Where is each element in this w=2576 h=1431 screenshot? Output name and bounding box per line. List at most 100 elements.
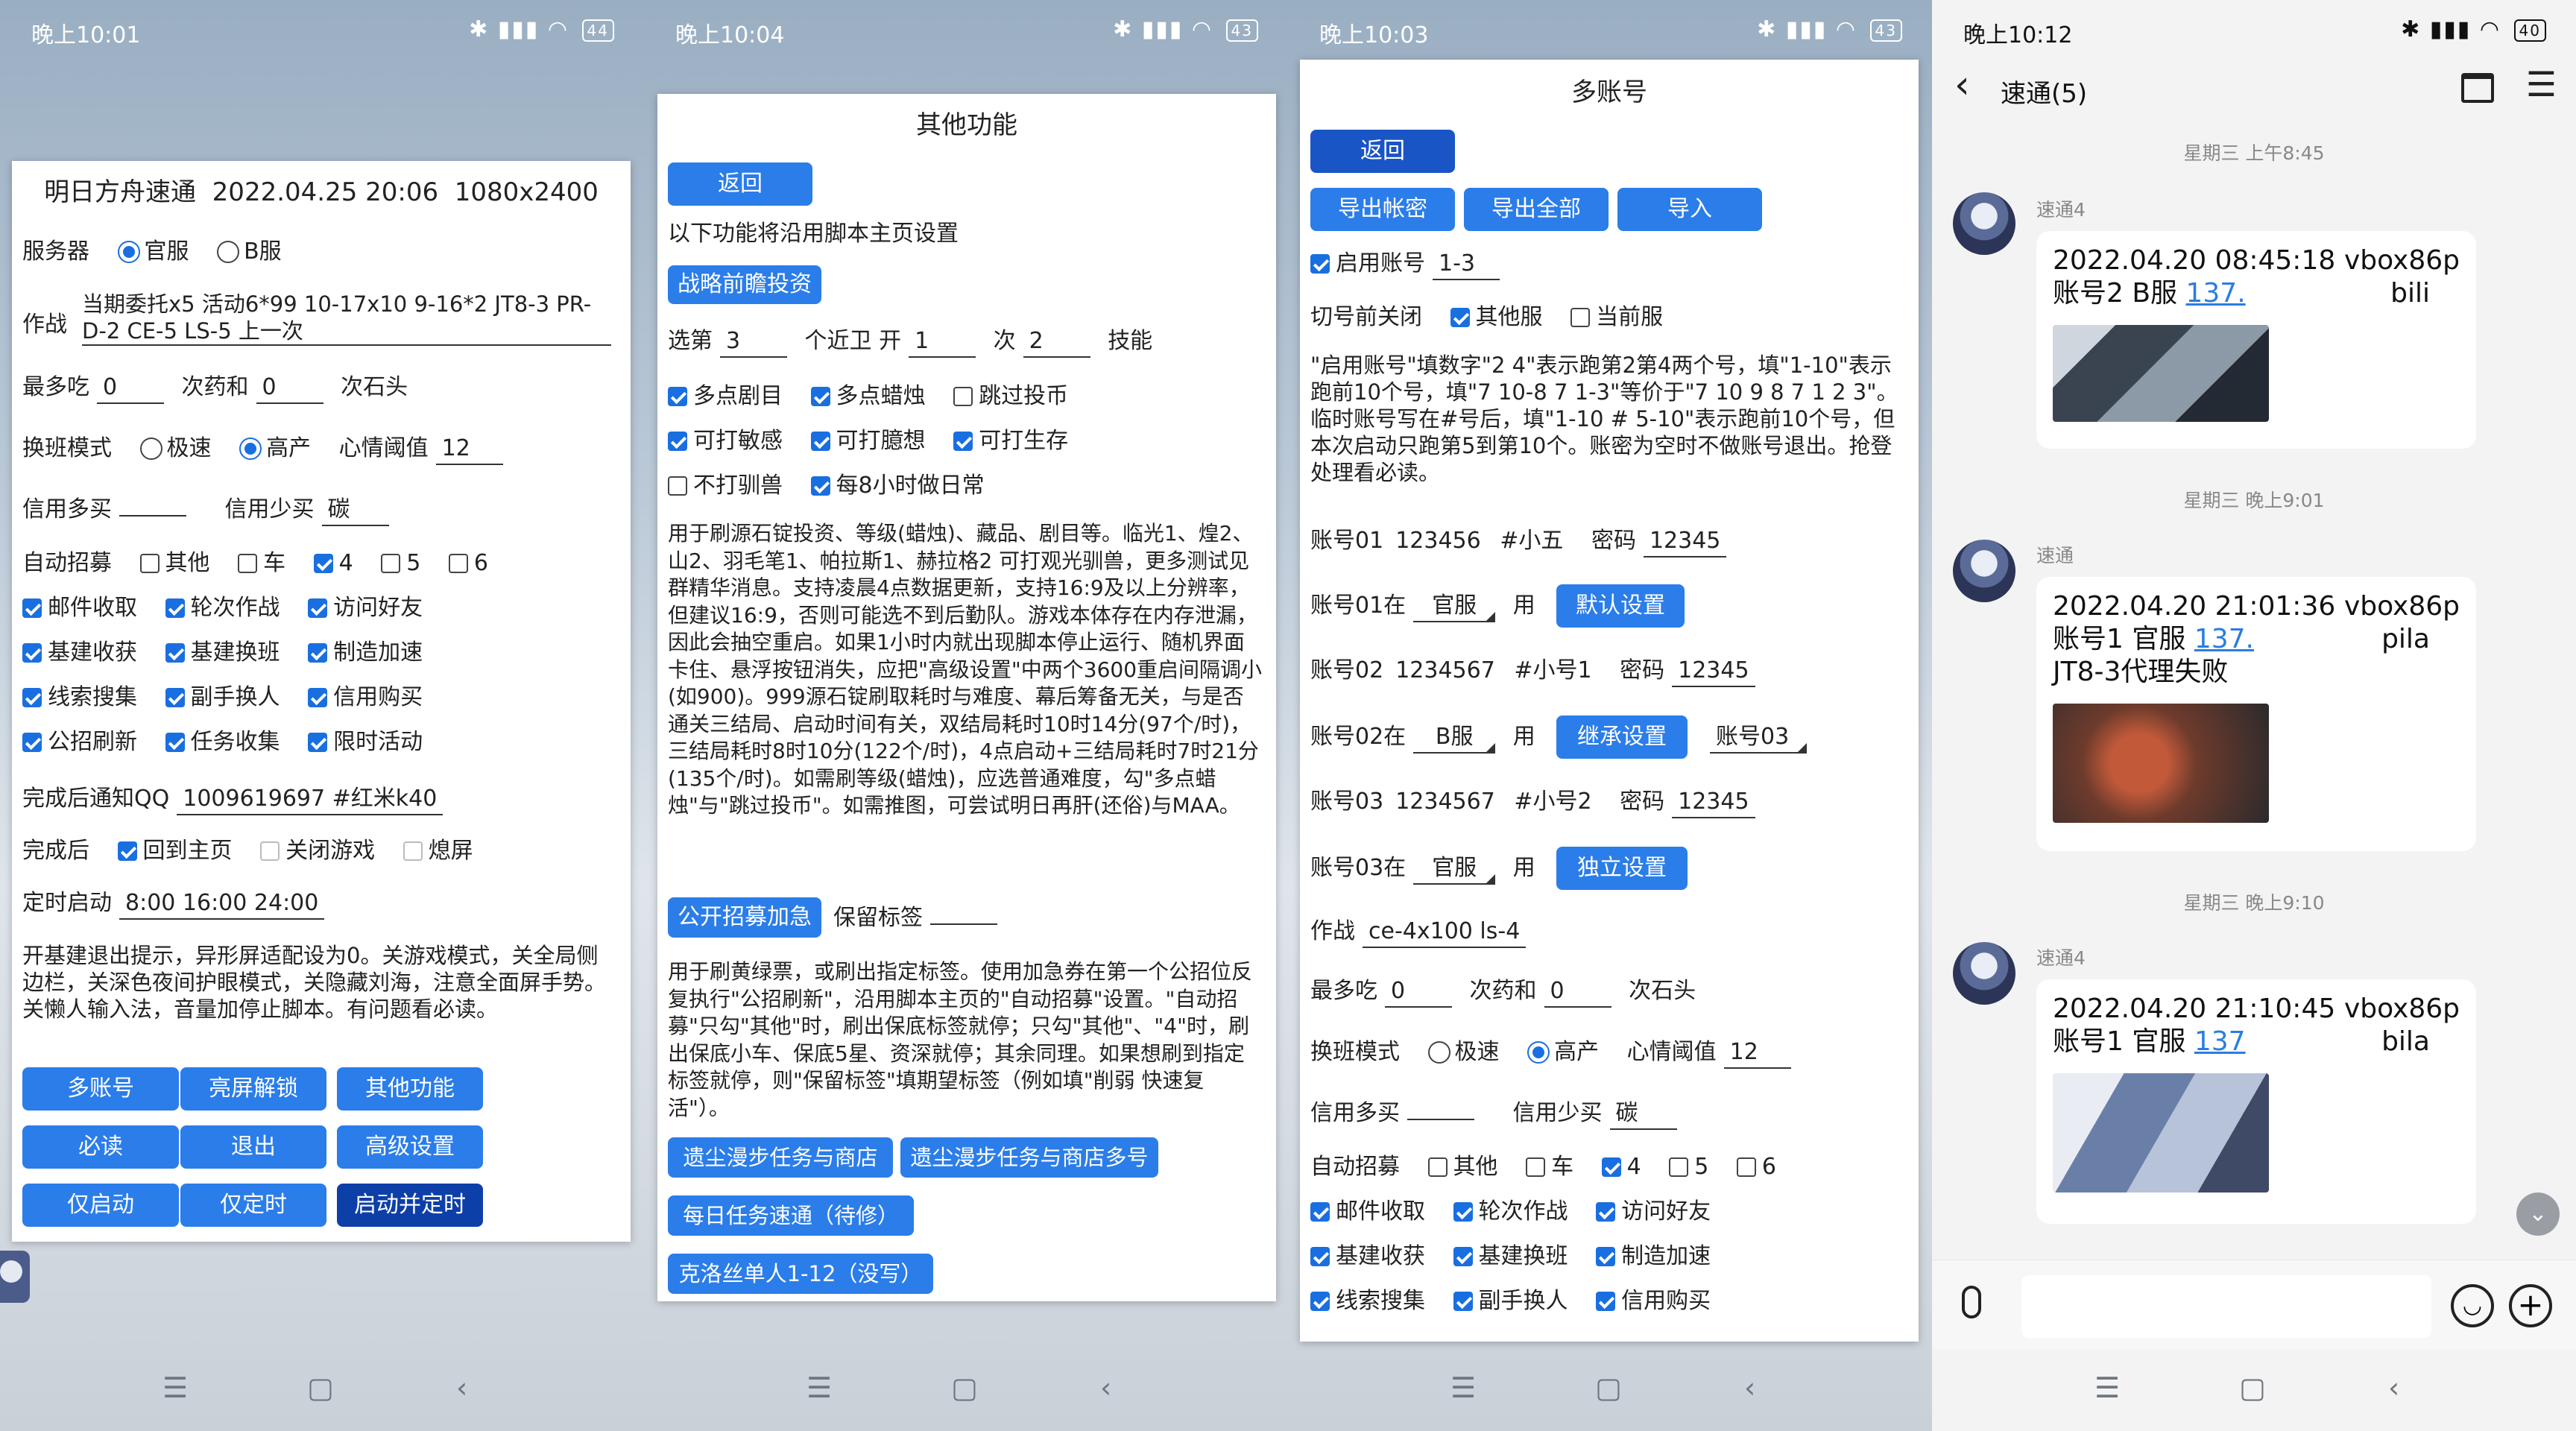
account-id-input[interactable]: 1234567 xyxy=(1389,787,1501,817)
option-checkbox[interactable] xyxy=(668,432,687,451)
scroll-down-icon[interactable]: ⌄ xyxy=(2516,1192,2560,1236)
emoji-icon[interactable]: ◡ xyxy=(2451,1284,2494,1327)
task-checkbox[interactable] xyxy=(1453,1202,1473,1222)
export-password-button[interactable]: 导出帐密 xyxy=(1310,188,1455,231)
task-checkbox[interactable] xyxy=(165,733,185,752)
option-checkbox[interactable] xyxy=(953,432,973,451)
mood-input[interactable]: 12 xyxy=(435,434,503,465)
option-checkbox[interactable] xyxy=(953,387,973,406)
recruit-checkbox-5[interactable] xyxy=(381,554,401,573)
task-checkbox[interactable] xyxy=(165,643,185,663)
open-times-input[interactable]: 1 xyxy=(909,326,976,358)
task-checkbox[interactable] xyxy=(165,688,185,707)
battle-input[interactable]: ce-4x100 ls-4 xyxy=(1363,917,1527,948)
after-checkbox-home[interactable] xyxy=(117,841,137,861)
stone-input[interactable]: 0 xyxy=(256,373,323,404)
option-checkbox[interactable] xyxy=(668,387,687,406)
recruit-checkbox-5[interactable] xyxy=(1669,1157,1689,1177)
task-checkbox[interactable] xyxy=(308,598,328,618)
recruit-checkbox-car[interactable] xyxy=(238,554,258,573)
task-checkbox[interactable] xyxy=(1596,1292,1616,1311)
menu-icon[interactable]: ☰ xyxy=(806,1371,832,1404)
server-dropdown[interactable]: 官服 xyxy=(1413,591,1496,622)
back-arrow-icon[interactable]: ‹ xyxy=(1954,63,1970,107)
task-checkbox[interactable] xyxy=(308,688,328,707)
import-button[interactable]: 导入 xyxy=(1617,188,1762,231)
timer-input[interactable]: 8:00 16:00 24:00 xyxy=(119,888,325,920)
back-icon[interactable]: ‹ xyxy=(2388,1371,2399,1404)
must-read-button[interactable]: 必读 xyxy=(22,1125,179,1169)
shift-radio-high[interactable] xyxy=(1527,1041,1550,1064)
message-bubble[interactable]: 2022.04.20 21:01:36 vbox86p 账号1 官服 137. pi… xyxy=(2036,577,2476,851)
qq-input[interactable]: 1009619697 #红米k40 xyxy=(177,784,443,815)
shift-radio-fast[interactable] xyxy=(139,437,162,460)
plus-icon[interactable]: + xyxy=(2509,1284,2552,1327)
enable-checkbox[interactable] xyxy=(1310,254,1330,274)
close-other-checkbox[interactable] xyxy=(1450,308,1470,327)
task-checkbox[interactable] xyxy=(1310,1292,1330,1311)
keep-tag-input[interactable] xyxy=(930,923,997,925)
home-icon[interactable]: ▢ xyxy=(951,1371,978,1404)
option-checkbox[interactable] xyxy=(668,476,687,496)
dust-walk-button[interactable]: 遗尘漫步任务与商店 xyxy=(668,1137,893,1178)
mood-input[interactable]: 12 xyxy=(1723,1037,1791,1069)
recruit-checkbox-other[interactable] xyxy=(1427,1157,1448,1177)
task-checkbox[interactable] xyxy=(1310,1247,1330,1266)
task-checkbox[interactable] xyxy=(1453,1247,1473,1266)
enable-input[interactable]: 1-3 xyxy=(1433,249,1500,280)
after-checkbox-close[interactable] xyxy=(260,841,280,861)
default-settings-button[interactable]: 默认设置 xyxy=(1556,584,1685,628)
screenshot-thumbnail[interactable] xyxy=(2053,325,2269,422)
start-and-timer-button[interactable]: 启动并定时 xyxy=(337,1184,483,1227)
task-checkbox[interactable] xyxy=(1453,1292,1473,1311)
account-id-input[interactable]: 123456 xyxy=(1389,526,1487,556)
home-icon[interactable]: ▢ xyxy=(307,1371,334,1404)
recruit-checkbox-6[interactable] xyxy=(1736,1157,1756,1177)
option-checkbox[interactable] xyxy=(810,387,830,406)
advanced-settings-button[interactable]: 高级设置 xyxy=(337,1125,483,1169)
recruit-rush-button[interactable]: 公开招募加急 xyxy=(668,897,821,938)
message-link[interactable]: 137 xyxy=(2194,1026,2246,1057)
independent-settings-button[interactable]: 独立设置 xyxy=(1556,847,1688,890)
after-checkbox-screenoff[interactable] xyxy=(402,841,423,861)
eat-input[interactable]: 0 xyxy=(97,373,164,404)
microphone-icon[interactable] xyxy=(1962,1286,1981,1318)
multi-account-button[interactable]: 多账号 xyxy=(22,1067,179,1111)
server-dropdown[interactable]: 官服 xyxy=(1413,853,1496,885)
message-input[interactable] xyxy=(2021,1275,2431,1338)
server-radio-bili[interactable] xyxy=(217,241,240,263)
menu-icon[interactable]: ☰ xyxy=(2094,1371,2120,1404)
task-checkbox[interactable] xyxy=(1596,1202,1616,1222)
daily-task-button[interactable]: 每日任务速通（待修） xyxy=(668,1195,914,1236)
dust-walk-multi-button[interactable]: 遗尘漫步任务与商店多号 xyxy=(900,1137,1158,1178)
home-icon[interactable]: ▢ xyxy=(2239,1371,2266,1404)
back-icon[interactable]: ‹ xyxy=(456,1371,467,1404)
back-button[interactable]: 返回 xyxy=(1310,130,1455,173)
start-only-button[interactable]: 仅启动 xyxy=(22,1184,179,1227)
unlock-button[interactable]: 亮屏解锁 xyxy=(180,1067,326,1111)
calendar-icon[interactable] xyxy=(2461,73,2494,103)
home-icon[interactable]: ▢ xyxy=(1595,1371,1622,1404)
other-functions-button[interactable]: 其他功能 xyxy=(337,1067,483,1111)
inherit-settings-button[interactable]: 继承设置 xyxy=(1556,716,1688,759)
task-checkbox[interactable] xyxy=(22,733,42,752)
exit-button[interactable]: 退出 xyxy=(180,1125,326,1169)
option-checkbox[interactable] xyxy=(810,432,830,451)
shift-radio-fast[interactable] xyxy=(1427,1041,1450,1064)
recruit-checkbox-6[interactable] xyxy=(448,554,468,573)
task-checkbox[interactable] xyxy=(22,598,42,618)
task-checkbox[interactable] xyxy=(308,643,328,663)
shift-radio-high[interactable] xyxy=(239,437,262,460)
password-input[interactable]: 12345 xyxy=(1672,787,1755,818)
message-bubble[interactable]: 2022.04.20 21:10:45 vbox86p 账号1 官服 137 bil… xyxy=(2036,979,2476,1224)
inherit-account-dropdown[interactable]: 账号03 xyxy=(1710,722,1807,754)
skill-input[interactable]: 2 xyxy=(1023,326,1090,358)
recruit-checkbox-4[interactable] xyxy=(313,554,333,573)
menu-icon[interactable]: ☰ xyxy=(2526,64,2557,104)
export-all-button[interactable]: 导出全部 xyxy=(1464,188,1609,231)
message-link[interactable]: 137. xyxy=(2194,624,2254,654)
task-checkbox[interactable] xyxy=(165,598,185,618)
recruit-checkbox-car[interactable] xyxy=(1526,1157,1546,1177)
floating-avatar-icon[interactable] xyxy=(0,1251,30,1303)
close-current-checkbox[interactable] xyxy=(1570,308,1591,327)
